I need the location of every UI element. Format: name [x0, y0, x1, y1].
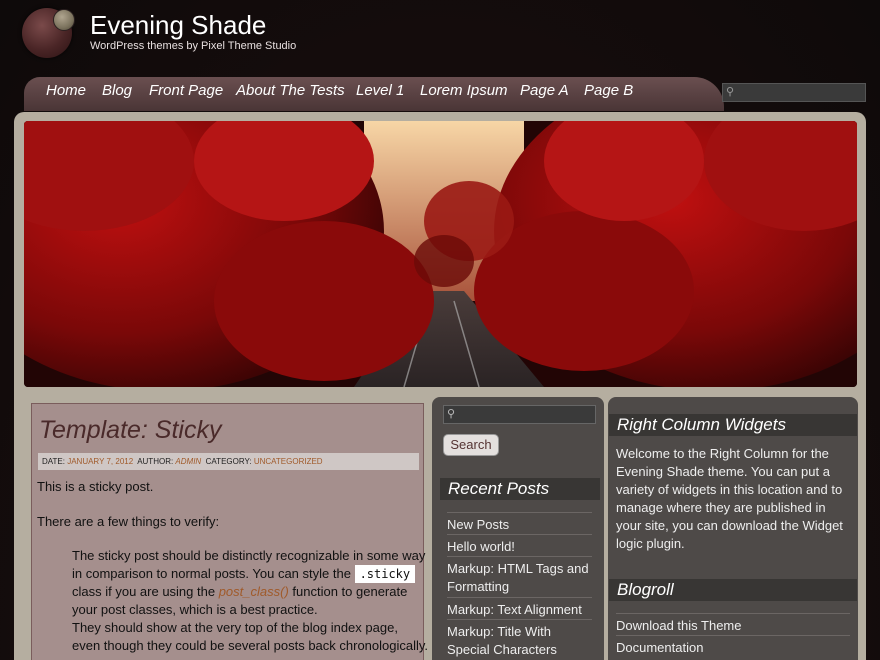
right-widgets-text: Welcome to the Right Column for the Even… — [616, 446, 843, 551]
nav-item-page-b[interactable]: Page B — [584, 82, 633, 99]
main-navigation: Home Blog Front Page About The Tests Lev… — [24, 77, 724, 111]
list-item-1: The sticky post should be distinctly rec… — [72, 547, 429, 655]
magnifier-icon: ⚲ — [447, 408, 456, 420]
list-text: in comparison to normal posts. You can s… — [72, 566, 351, 581]
magnifier-icon: ⚲ — [726, 86, 735, 98]
meta-author-link[interactable]: ADMIN — [175, 457, 201, 466]
recent-post-link[interactable]: Markup: HTML Tags and Formatting — [447, 556, 592, 596]
sticky-post: Template: Sticky DATE: JANUARY 7, 2012 A… — [31, 403, 429, 660]
meta-author-label: AUTHOR: — [137, 457, 174, 466]
recent-post-link[interactable]: Markup: Text Alignment — [447, 597, 592, 619]
nav-item-blog[interactable]: Blog — [102, 82, 132, 99]
sidebar-search-input[interactable]: ⚲ — [443, 405, 596, 424]
blogroll-link[interactable]: Documentation — [616, 635, 850, 657]
nav-item-lorem-ipsum[interactable]: Lorem Ipsum — [420, 82, 508, 99]
nav-item-about-the-tests[interactable]: About The Tests — [236, 82, 345, 99]
code-sticky: .sticky — [354, 565, 416, 583]
header-search-input[interactable]: ⚲ — [722, 83, 866, 102]
header-image — [24, 121, 857, 387]
post-title[interactable]: Template: Sticky — [39, 416, 221, 445]
site-title[interactable]: Evening Shade — [90, 10, 266, 41]
site-description: WordPress themes by Pixel Theme Studio — [90, 40, 297, 52]
list-text: The sticky post should be distinctly rec… — [72, 548, 426, 563]
list-text: your post classes, which is a best pract… — [72, 602, 318, 617]
right-widgets-heading: Right Column Widgets — [609, 414, 857, 436]
list-text: in comparison to normal posts. You can s… — [72, 565, 427, 583]
blogroll-heading: Blogroll — [609, 579, 857, 601]
list-text: They should show at the very top of the … — [72, 620, 398, 635]
meta-category-link[interactable]: UNCATEGORIZED — [254, 457, 323, 466]
nav-item-level-1[interactable]: Level 1 — [356, 82, 404, 99]
recent-post-link[interactable]: Markup: Title With Special Characters — [447, 619, 592, 659]
nav-item-front-page[interactable]: Front Page — [149, 82, 223, 99]
search-button[interactable]: Search — [443, 434, 499, 456]
meta-category-label: CATEGORY: — [205, 457, 252, 466]
recent-post-link[interactable]: New Posts — [447, 512, 592, 534]
nav-item-home[interactable]: Home — [46, 82, 86, 99]
post-paragraph: This is a sticky post. — [37, 479, 154, 494]
blogroll-link[interactable]: Download this Theme — [616, 613, 850, 635]
list-text: class if you are using the post_class() … — [72, 583, 427, 601]
logo-dot-icon — [53, 9, 75, 31]
list-text: function to generate — [292, 584, 408, 599]
recent-posts-heading: Recent Posts — [440, 478, 600, 500]
post-class-link[interactable]: post_class() — [219, 584, 289, 599]
list-text: class if you are using the — [72, 584, 216, 599]
post-paragraph: There are a few things to verify: — [37, 514, 220, 529]
nav-item-page-a[interactable]: Page A — [520, 82, 569, 99]
meta-date-link[interactable]: JANUARY 7, 2012 — [67, 457, 133, 466]
post-meta: DATE: JANUARY 7, 2012 AUTHOR: ADMIN CATE… — [38, 453, 419, 470]
list-text: even though they could be several posts … — [72, 638, 429, 653]
meta-date-label: DATE: — [42, 457, 65, 466]
recent-post-link[interactable]: Hello world! — [447, 534, 592, 556]
